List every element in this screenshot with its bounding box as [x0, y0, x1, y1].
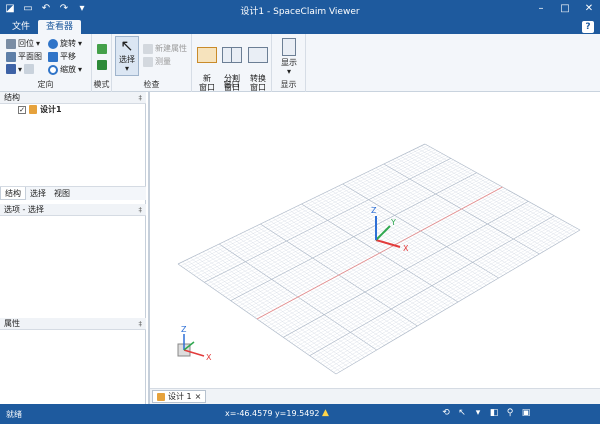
pin-icon[interactable]: ‡ [139, 92, 143, 104]
group-mode: 模式 [92, 34, 112, 92]
grid-line [322, 222, 568, 366]
tab-file[interactable]: 文件 [4, 20, 38, 34]
window-title: 设计1 - SpaceClaim Viewer [240, 7, 360, 17]
grid-plane [177, 143, 581, 375]
x-axis-line [256, 186, 503, 320]
plan-view-icon [6, 51, 16, 62]
properties-panel-header: 属性 ‡ [0, 318, 146, 330]
pan-icon [48, 51, 58, 62]
tab-structure[interactable]: 结构 [0, 187, 26, 200]
split-window-icon [222, 47, 242, 63]
cursor-icon: ↖ [120, 36, 134, 55]
solid-mode-icon [97, 60, 107, 70]
tab-views[interactable]: 视图 [50, 187, 74, 200]
options-panel-header: 选项 - 选择 ‡ [0, 204, 146, 216]
measure-button[interactable]: 测量 [143, 56, 171, 67]
group-label-inspect: 检查 [143, 80, 160, 89]
help-icon[interactable]: ? [582, 21, 594, 33]
group-window: 新 窗口 分割 窗口 转换 窗口 窗口 [192, 34, 272, 92]
display-icon [282, 38, 296, 56]
grid-line [330, 226, 575, 371]
tab-viewer[interactable]: 查看器 [38, 20, 82, 34]
zoom-status-icon[interactable]: ⚲ [504, 407, 516, 419]
zoom-icon [48, 64, 58, 75]
ribbon-tab-bar: 文件 查看器 ? [0, 20, 600, 34]
rotate-status-icon[interactable]: ⟲ [440, 407, 452, 419]
ribbon: 回位 ▾ 平面图 ▾ 旋转 ▾ 平移 缩放 ▾ 定向 模式 ↖ 选择 ▾ 新建属性 测… [0, 34, 600, 92]
3d-mode-icon [97, 44, 107, 54]
select-button[interactable]: ↖ 选择 ▾ [115, 36, 139, 76]
pin-icon[interactable]: ‡ [139, 204, 143, 216]
visibility-checkbox[interactable]: ✓ [18, 105, 26, 114]
spin-button[interactable]: 旋转 ▾ [48, 38, 82, 49]
grid-line [314, 218, 560, 360]
switch-window-icon [248, 47, 268, 63]
pin-icon[interactable]: ‡ [139, 318, 143, 330]
axis-label-y: Y [390, 218, 396, 227]
group-label-mode: 模式 [93, 80, 110, 89]
design-icon [29, 105, 37, 114]
document-tab[interactable]: 设计 1 × [152, 390, 207, 403]
spin-icon [48, 38, 58, 49]
solid-mode-button[interactable] [97, 60, 107, 70]
view-cube-button[interactable]: ▾ [6, 64, 35, 74]
display-button[interactable]: 显示 ▾ [277, 38, 301, 76]
corner-axis-label-z: Z [181, 325, 187, 334]
tab-selection[interactable]: 选择 [26, 187, 50, 200]
axis-label-z: Z [371, 206, 377, 215]
grid-line [327, 225, 573, 369]
axis-label-x: X [403, 244, 409, 253]
structure-panel-header: 结构 ‡ [0, 92, 146, 104]
maximize-icon[interactable]: □ [558, 2, 572, 16]
minimize-icon[interactable]: – [534, 2, 548, 16]
gear-icon [143, 43, 153, 54]
corner-axis-label-x: X [206, 353, 212, 362]
title-bar: ◪ ▭ ↶ ↷ ▾ 设计1 - SpaceClaim Viewer – □ ✕ [0, 0, 600, 20]
grid-line [320, 221, 565, 364]
close-icon[interactable]: ✕ [582, 2, 596, 16]
cube-icon [6, 64, 16, 74]
warning-icon[interactable]: ▲ [322, 408, 329, 418]
status-text: 就绪 [6, 410, 22, 419]
panel-tabs: 结构 选择 视图 [0, 186, 146, 200]
3d-viewport[interactable]: X Y Z Z X 设计 1 × [148, 92, 600, 404]
group-label-window: 窗口 [223, 80, 240, 89]
tree-item-design1[interactable]: ✓ 设计1 [18, 104, 62, 115]
group-label-display: 显示 [280, 80, 297, 89]
display-status-icon[interactable]: ▣ [520, 407, 532, 419]
snap-view-icon [24, 64, 35, 74]
pan-button[interactable]: 平移 [48, 51, 76, 62]
home-button[interactable]: 回位 ▾ [6, 38, 40, 49]
new-window-icon [197, 47, 217, 63]
zoom-button[interactable]: 缩放 ▾ [48, 64, 82, 75]
close-tab-icon[interactable]: × [195, 391, 202, 403]
new-property-button[interactable]: 新建属性 [143, 43, 187, 54]
cursor-coordinates: x=-46.4579 y=19.5492 [225, 409, 320, 418]
home-icon [6, 38, 16, 49]
select-filter-icon[interactable]: ◧ [488, 407, 500, 419]
left-panel: 结构 ‡ ✓ 设计1 结构 选择 视图 选项 - 选择 ‡ 属性 ‡ [0, 92, 146, 404]
viewport-canvas[interactable]: X Y Z Z X [150, 92, 600, 388]
dropdown-icon[interactable]: ▾ [472, 407, 484, 419]
3d-mode-button[interactable] [97, 44, 107, 54]
group-inspect: ↖ 选择 ▾ 新建属性 测量 检查 [112, 34, 192, 92]
group-orient: 回位 ▾ 平面图 ▾ 旋转 ▾ 平移 缩放 ▾ 定向 [0, 34, 92, 92]
triad-corner: Z X [177, 325, 212, 362]
grid-line [325, 224, 570, 367]
document-tab-bar: 设计 1 × [150, 388, 600, 404]
design-icon [157, 392, 165, 401]
group-display: 显示 ▾ 显示 [272, 34, 306, 92]
grid-line [317, 219, 563, 362]
select-mode-icon[interactable]: ↖ [456, 407, 468, 419]
plan-view-button[interactable]: 平面图 [6, 51, 42, 62]
status-bar: 就绪 x=-46.4579 y=19.5492 ▲ ⟲ ↖ ▾ ◧ ⚲ ▣ [0, 404, 600, 424]
ruler-icon [143, 56, 153, 67]
group-label-orient: 定向 [37, 80, 54, 89]
